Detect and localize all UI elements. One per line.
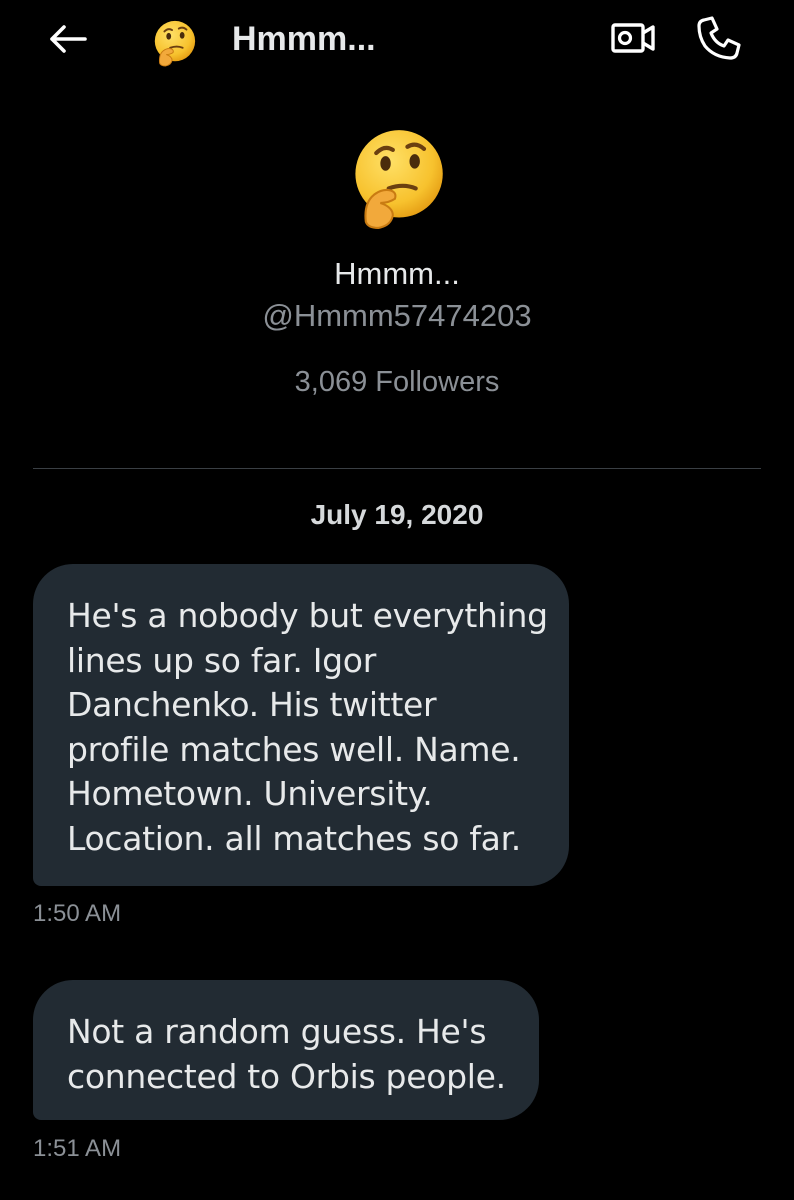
message-bubble[interactable]: He's a nobody but everything lines up so… <box>33 564 569 886</box>
message-timestamp: 1:50 AM <box>33 900 122 927</box>
message-text-line: Danchenko. His twitter <box>67 685 437 724</box>
video-call-button[interactable] <box>606 16 660 60</box>
conversation-title[interactable]: Hmmm... <box>232 18 376 60</box>
profile-handle[interactable]: @Hmmm57474203 <box>0 296 794 336</box>
profile-followers: 3,069 Followers <box>294 366 500 398</box>
arrow-left-icon <box>50 25 87 53</box>
phone-call-button[interactable] <box>692 14 746 62</box>
message-text-line: He's a nobody but everything <box>67 596 548 635</box>
message-text-line: Not a random guess. He's <box>67 1012 487 1051</box>
message-timestamp: 1:51 AM <box>33 1135 122 1162</box>
thinking-face-icon <box>154 20 196 67</box>
back-button[interactable] <box>44 18 90 60</box>
message-bubble[interactable]: Not a random guess. He's connected to Or… <box>33 980 539 1120</box>
profile-name[interactable]: Hmmm... <box>0 254 794 294</box>
message-text-line: lines up so far. Igor <box>67 640 376 680</box>
date-separator: July 19, 2020 <box>310 499 484 530</box>
message-text-line: Location. all matches so far. <box>67 818 521 858</box>
thinking-face-icon <box>355 130 443 229</box>
phone-icon <box>697 16 741 60</box>
message-text-line: profile matches well. Name. <box>67 729 521 769</box>
message-text-line: Hometown. University. <box>67 774 433 813</box>
divider <box>33 468 761 469</box>
video-camera-icon <box>611 23 655 53</box>
conversation-header: Hmmm... <box>0 0 794 80</box>
profile-avatar[interactable] <box>345 126 449 230</box>
message-text-line: connected to Orbis people. <box>67 1056 506 1096</box>
header-avatar[interactable] <box>150 19 198 67</box>
